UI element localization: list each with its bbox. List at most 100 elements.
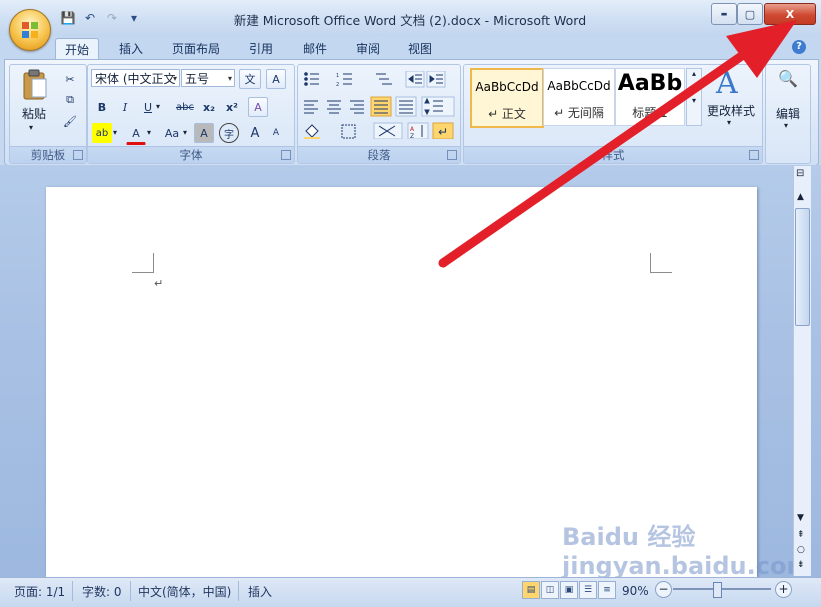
style-name: 标题 1: [632, 106, 668, 120]
style-normal[interactable]: AaBbCcDd ↵ 正文: [470, 68, 544, 128]
minimize-button[interactable]: ▬: [711, 3, 737, 25]
font-color-dropdown-icon[interactable]: ▾: [147, 128, 151, 137]
next-page-icon[interactable]: ⇟: [797, 560, 805, 570]
zoom-level[interactable]: 90%: [622, 582, 649, 600]
outline-view-icon[interactable]: ☰: [579, 581, 597, 599]
paragraph-launcher-icon[interactable]: [447, 150, 457, 160]
full-screen-reading-icon[interactable]: ◫: [541, 581, 559, 599]
clipboard-launcher-icon[interactable]: [73, 150, 83, 160]
print-layout-view-icon[interactable]: ▤: [522, 581, 540, 599]
copy-icon[interactable]: ⧉: [60, 90, 80, 110]
subscript-button[interactable]: x₂: [199, 97, 219, 117]
close-button[interactable]: X: [764, 3, 816, 25]
decrease-indent-icon[interactable]: [405, 71, 425, 88]
tab-page-layout[interactable]: 页面布局: [163, 38, 229, 59]
multilevel-list-icon[interactable]: [376, 73, 392, 85]
grow-font-icon[interactable]: A: [245, 123, 265, 143]
browse-object-icon[interactable]: ○: [797, 545, 805, 555]
language-indicator[interactable]: 中文(简体，中国): [138, 582, 231, 600]
change-styles-button[interactable]: A 更改样式 ▾: [704, 66, 758, 132]
change-case-icon[interactable]: Aa: [159, 123, 185, 143]
status-bar: [0, 577, 821, 607]
character-border-icon[interactable]: A: [266, 69, 286, 89]
paragraph-controls: 1 2 A Z ↵: [304, 71, 455, 139]
bold-button[interactable]: B: [92, 97, 112, 117]
chinese-layout-icon[interactable]: [373, 122, 403, 139]
scroll-down-icon[interactable]: ▼: [797, 513, 804, 523]
customize-qat-icon[interactable]: ▾: [126, 10, 142, 26]
numbering-icon[interactable]: 1 2: [336, 73, 352, 88]
line-spacing-icon[interactable]: [421, 96, 455, 117]
underline-dropdown-icon[interactable]: ▾: [156, 102, 160, 111]
font-color-icon[interactable]: A: [126, 123, 146, 145]
undo-icon[interactable]: ↶: [82, 10, 98, 26]
help-icon[interactable]: ?: [792, 40, 806, 54]
window-title: 新建 Microsoft Office Word 文档 (2).docx - M…: [233, 13, 587, 28]
chevron-down-icon: ▾: [172, 74, 177, 83]
save-icon[interactable]: 💾: [60, 10, 76, 26]
zoom-out-icon[interactable]: −: [655, 581, 672, 598]
character-shading-icon[interactable]: A: [194, 123, 214, 143]
format-painter-icon[interactable]: 🖌: [60, 111, 80, 131]
style-no-spacing[interactable]: AaBbCcDd ↵ 无间隔: [543, 68, 615, 126]
tab-home[interactable]: 开始: [55, 38, 100, 60]
draft-view-icon[interactable]: ≡: [598, 581, 616, 599]
shrink-font-icon[interactable]: A: [266, 123, 286, 143]
previous-page-icon[interactable]: ⇞: [797, 530, 805, 540]
tab-view[interactable]: 视图: [399, 38, 441, 59]
shading-icon[interactable]: [304, 124, 320, 139]
style-heading-1[interactable]: AaBb 标题 1: [615, 68, 685, 126]
increase-indent-icon[interactable]: [426, 71, 446, 88]
scroll-up-icon[interactable]: ▲: [797, 192, 804, 202]
web-layout-icon[interactable]: ▣: [560, 581, 578, 599]
scrollbar-thumb[interactable]: [795, 208, 810, 326]
office-button[interactable]: [9, 9, 51, 51]
zoom-slider-track[interactable]: [673, 588, 771, 590]
styles-scroll[interactable]: ▴ ▾ ▾: [686, 68, 702, 126]
show-marks-icon[interactable]: ↵: [432, 122, 454, 139]
zoom-in-icon[interactable]: +: [775, 581, 792, 598]
justify-icon[interactable]: [370, 96, 392, 117]
clear-formatting-icon[interactable]: A: [248, 97, 268, 117]
italic-button[interactable]: I: [115, 97, 135, 117]
zoom-slider-thumb[interactable]: [713, 582, 722, 598]
maximize-button[interactable]: ▢: [737, 3, 763, 25]
font-size-combo[interactable]: 五号 ▾: [181, 69, 235, 87]
font-launcher-icon[interactable]: [281, 150, 291, 160]
chevron-down-icon: ▾: [784, 121, 789, 130]
svg-text:↵: ↵: [438, 125, 448, 139]
align-center-icon[interactable]: [327, 100, 341, 114]
cut-icon[interactable]: ✂: [60, 69, 80, 89]
borders-icon[interactable]: [341, 124, 356, 139]
document-page[interactable]: ↵ Baidu 经验 jingyan.baidu.com: [46, 187, 811, 580]
paste-button[interactable]: 粘贴 ▾: [18, 69, 50, 133]
superscript-button[interactable]: x²: [222, 97, 242, 117]
highlight-dropdown-icon[interactable]: ▾: [113, 128, 117, 137]
word-count[interactable]: 字数: 0: [82, 582, 122, 600]
styles-launcher-icon[interactable]: [749, 150, 759, 160]
tab-review[interactable]: 审阅: [347, 38, 389, 59]
distributed-icon[interactable]: [395, 96, 417, 117]
page-count[interactable]: 页面: 1/1: [14, 582, 65, 600]
paste-icon: [23, 69, 47, 100]
font-name-combo[interactable]: 宋体 (中文正文 ▾: [91, 69, 180, 87]
highlight-icon[interactable]: ab: [92, 123, 112, 143]
insert-mode-indicator[interactable]: 插入: [248, 582, 272, 600]
redo-icon[interactable]: ↷: [104, 10, 120, 26]
change-case-dropdown-icon[interactable]: ▾: [183, 128, 187, 137]
paragraph-group: 1 2 A Z ↵ 段落: [297, 64, 461, 164]
bullets-icon[interactable]: [304, 72, 319, 86]
underline-button[interactable]: U: [138, 97, 158, 117]
tab-insert[interactable]: 插入: [110, 38, 152, 59]
enclose-characters-icon[interactable]: 字: [219, 123, 239, 143]
ruler-toggle-icon[interactable]: ⊟: [796, 168, 804, 179]
phonetic-guide-icon[interactable]: 文: [239, 69, 261, 89]
editing-group[interactable]: 🔍 编辑 ▾: [765, 64, 811, 164]
styles-group-label: 样式: [464, 146, 762, 163]
strikethrough-button[interactable]: abc: [172, 97, 198, 117]
align-right-icon[interactable]: [350, 100, 364, 114]
tab-mailings[interactable]: 邮件: [294, 38, 336, 59]
tab-references[interactable]: 引用: [240, 38, 282, 59]
align-left-icon[interactable]: [304, 100, 318, 114]
sort-icon[interactable]: A Z: [407, 122, 429, 139]
